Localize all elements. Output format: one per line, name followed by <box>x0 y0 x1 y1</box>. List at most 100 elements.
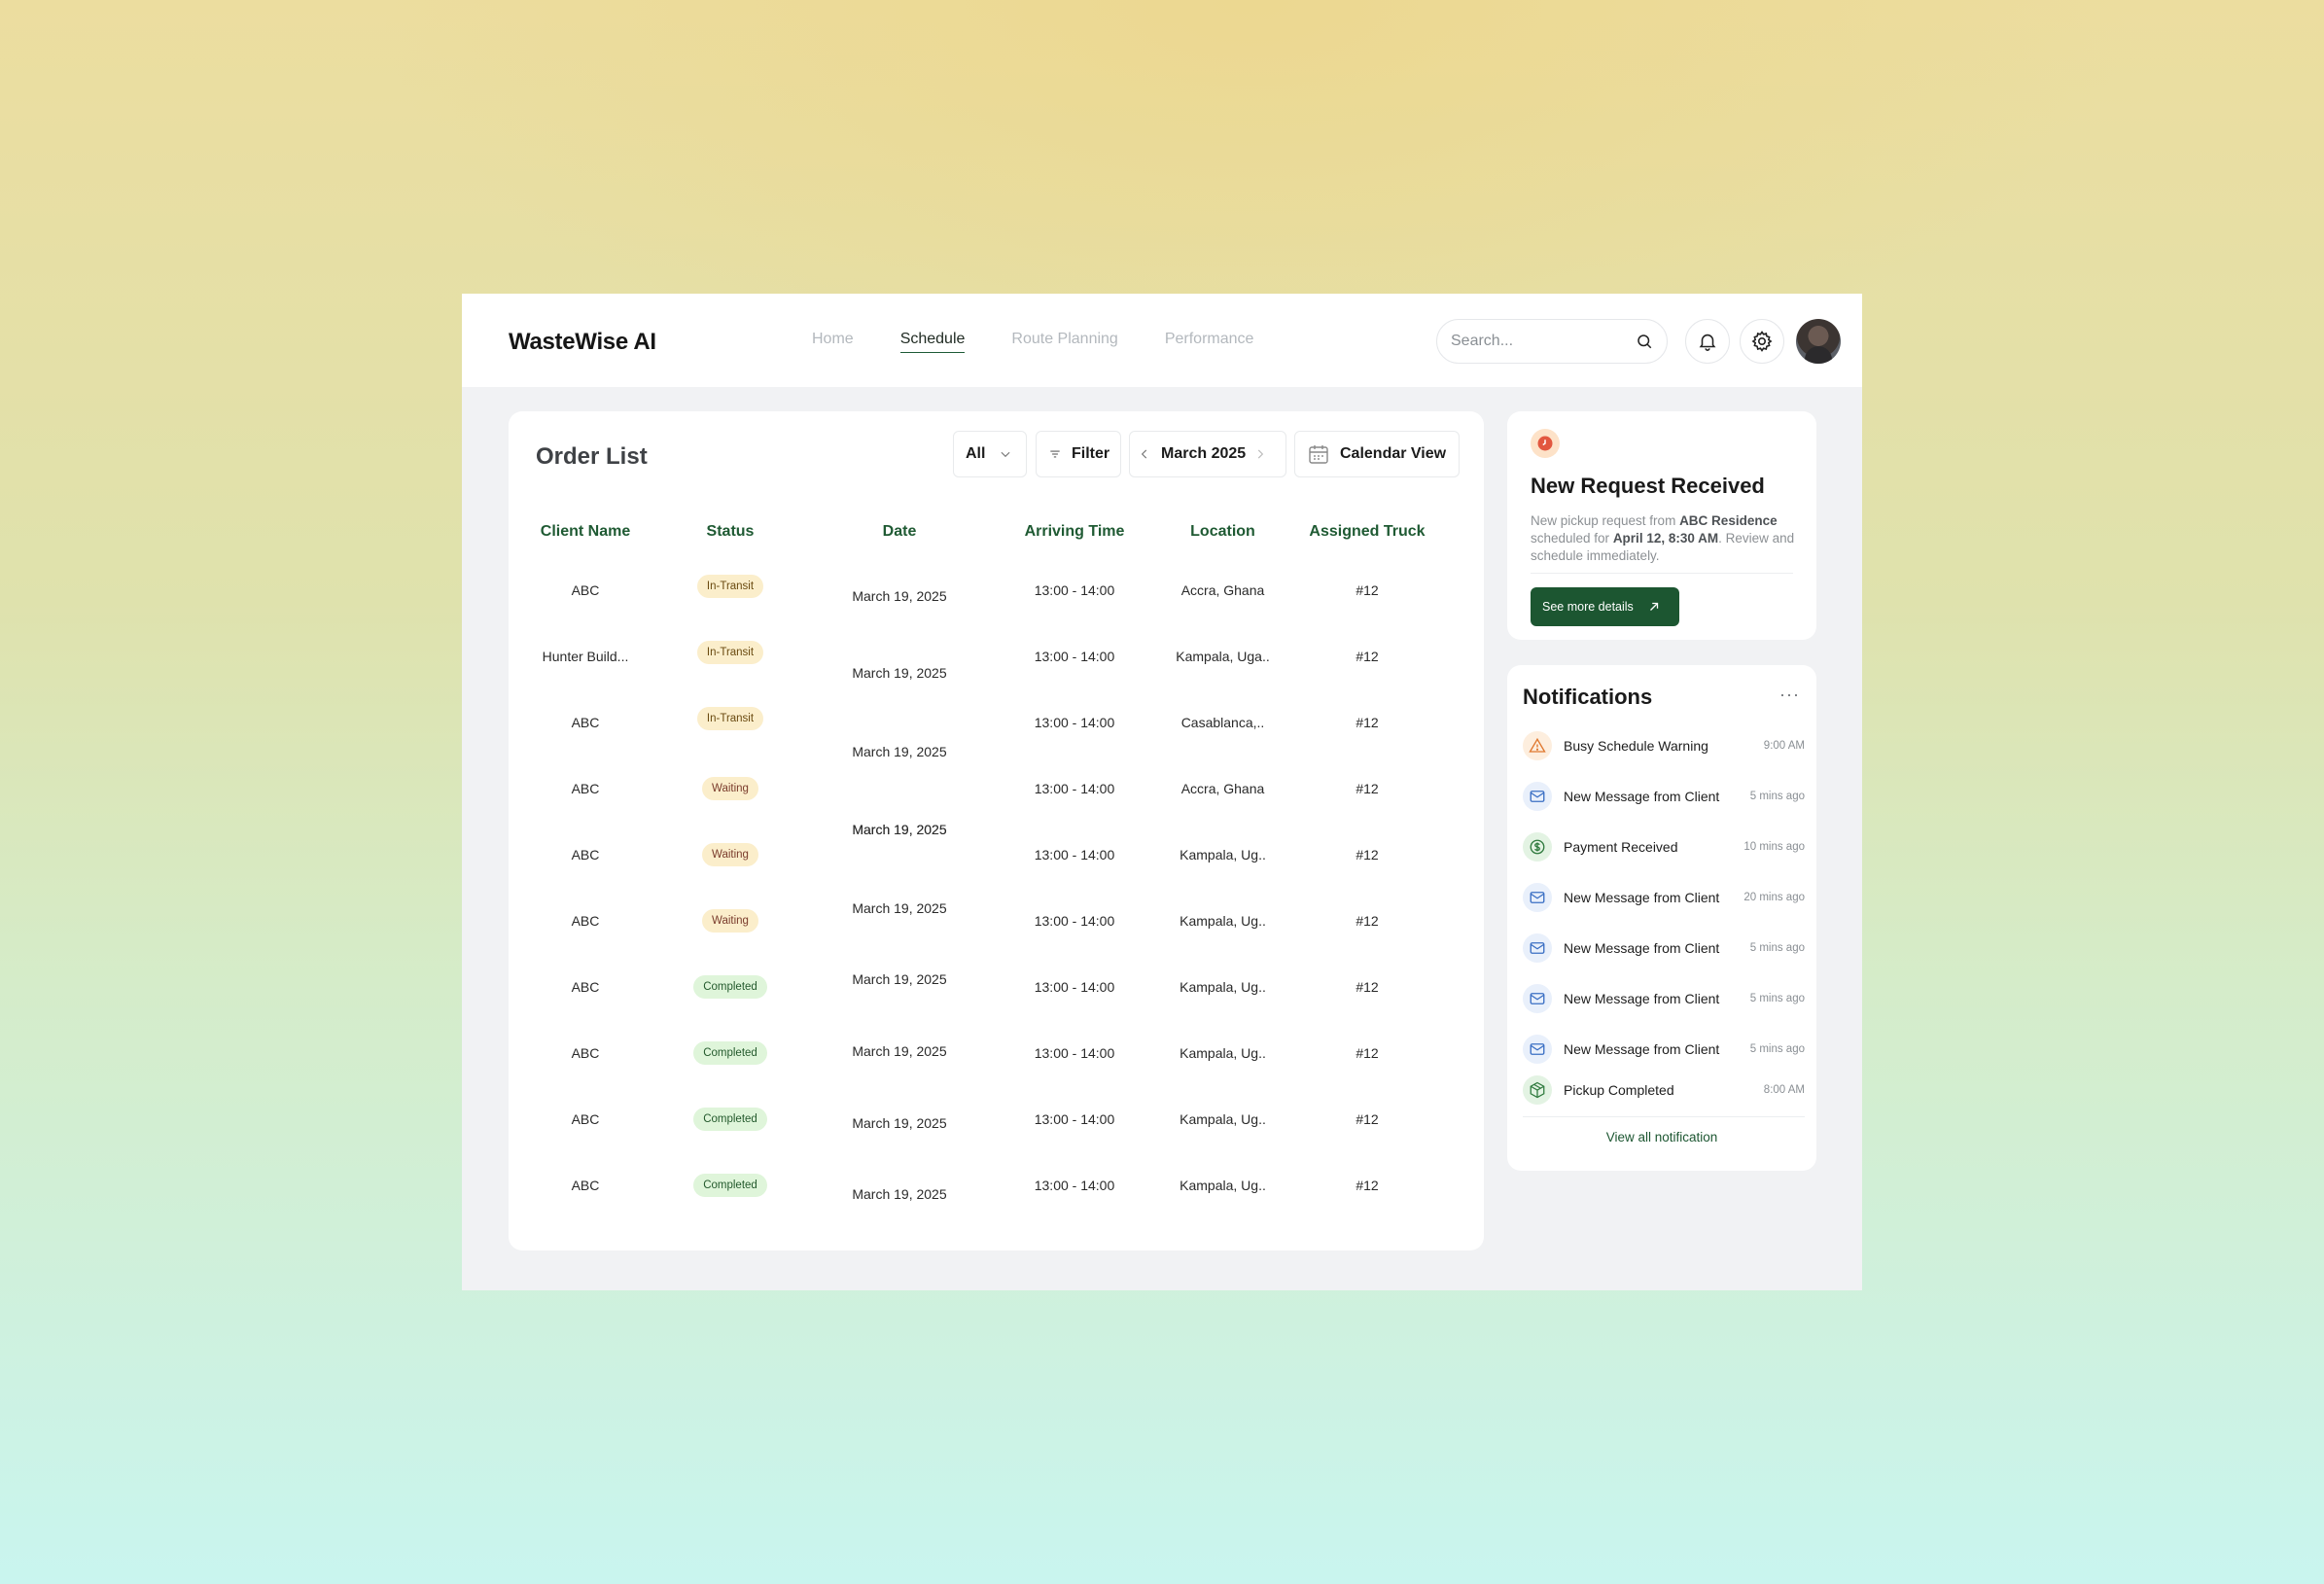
divider <box>1523 1116 1805 1117</box>
status-badge: In-Transit <box>696 707 764 730</box>
mail-icon <box>1523 1035 1552 1064</box>
client-name-cell: ABC <box>571 979 600 995</box>
table-row[interactable]: Hunter Build... In-Transit March 19, 202… <box>532 623 1461 689</box>
table-row[interactable]: ABC In-Transit March 19, 2025 13:00 - 14… <box>532 557 1461 623</box>
notification-label: New Message from Client <box>1564 890 1720 905</box>
nav-route-planning[interactable]: Route Planning <box>1011 331 1117 353</box>
column-header-date[interactable]: Date <box>822 507 977 557</box>
date-cell: March 19, 2025 <box>852 744 947 759</box>
notifications-button[interactable] <box>1685 319 1730 364</box>
status-badge: In-Transit <box>696 641 764 664</box>
arrow-up-right-icon <box>1649 602 1658 611</box>
location-cell: Kampala, Ug.. <box>1180 1111 1266 1127</box>
filter-button[interactable]: Filter <box>1036 431 1121 477</box>
orders-table: Client Name Status Date Arriving Time Lo… <box>532 507 1461 1218</box>
avatar[interactable] <box>1796 319 1841 364</box>
notification-label: New Message from Client <box>1564 789 1720 804</box>
status-filter-dropdown[interactable]: All <box>953 431 1027 477</box>
notifications-panel: Notifications ··· Busy Schedule Warning … <box>1507 665 1816 1171</box>
search-input[interactable] <box>1451 333 1626 350</box>
notification-item[interactable]: Pickup Completed 8:00 AM <box>1523 1074 1805 1107</box>
request-client: ABC Residence <box>1679 513 1778 528</box>
truck-cell: #12 <box>1356 649 1379 664</box>
month-picker: March 2025 <box>1129 431 1286 477</box>
truck-cell: #12 <box>1356 1045 1379 1061</box>
date-cell: March 19, 2025 <box>852 1186 947 1202</box>
dollar-icon <box>1523 832 1552 862</box>
notification-label: New Message from Client <box>1564 1041 1720 1057</box>
notification-time: 5 mins ago <box>1749 993 1805 1004</box>
client-name-cell: Hunter Build... <box>542 649 629 664</box>
client-name-cell: ABC <box>571 1045 600 1061</box>
arriving-time-cell: 13:00 - 14:00 <box>1034 913 1115 929</box>
filter-icon <box>1050 450 1060 458</box>
view-all-notifications-link[interactable]: View all notification <box>1507 1130 1816 1144</box>
status-badge: Completed <box>693 1174 767 1197</box>
mail-icon <box>1523 984 1552 1013</box>
notification-item[interactable]: Busy Schedule Warning 9:00 AM <box>1523 729 1805 762</box>
nav-home[interactable]: Home <box>812 331 854 353</box>
nav-schedule[interactable]: Schedule <box>899 331 966 353</box>
notification-item[interactable]: New Message from Client 5 mins ago <box>1523 780 1805 813</box>
date-cell: March 19, 2025 <box>852 822 947 837</box>
notification-time: 20 mins ago <box>1743 892 1805 903</box>
app-window: WasteWise AI Home Schedule Route Plannin… <box>462 294 1862 1290</box>
truck-cell: #12 <box>1356 582 1379 598</box>
column-header-arriving-time[interactable]: Arriving Time <box>977 507 1172 557</box>
status-badge: Completed <box>693 975 767 999</box>
chevron-right-icon[interactable] <box>1253 447 1267 461</box>
notification-time: 9:00 AM <box>1763 740 1805 752</box>
chevron-left-icon[interactable] <box>1138 447 1151 461</box>
location-cell: Accra, Ghana <box>1180 781 1265 796</box>
arriving-time-cell: 13:00 - 14:00 <box>1034 649 1115 664</box>
table-row[interactable]: ABC Waiting March 19, 2025 13:00 - 14:00… <box>532 756 1461 837</box>
mail-icon <box>1523 782 1552 811</box>
notification-item[interactable]: New Message from Client 5 mins ago <box>1523 932 1805 965</box>
nav-performance[interactable]: Performance <box>1165 331 1254 353</box>
table-row[interactable]: ABC Completed March 19, 2025 13:00 - 14:… <box>532 1086 1461 1152</box>
client-name-cell: ABC <box>571 781 600 796</box>
calendar-view-button[interactable]: Calendar View <box>1294 431 1460 477</box>
table-row[interactable]: ABC Waiting March 19, 2025 13:00 - 14:00… <box>532 888 1461 954</box>
date-cell: March 19, 2025 <box>852 1043 947 1059</box>
column-header-client-name[interactable]: Client Name <box>532 507 639 557</box>
table-row[interactable]: ABC Waiting March 19, 2025 13:00 - 14:00… <box>532 822 1461 888</box>
client-name-cell: ABC <box>571 715 600 730</box>
more-options-icon[interactable]: ··· <box>1779 685 1800 705</box>
gear-icon <box>1751 331 1773 352</box>
status-badge: Completed <box>693 1108 767 1131</box>
table-header-row: Client Name Status Date Arriving Time Lo… <box>532 507 1461 557</box>
calendar-icon <box>1309 445 1328 464</box>
date-cell: March 19, 2025 <box>852 588 947 604</box>
notification-item[interactable]: New Message from Client 5 mins ago <box>1523 1033 1805 1066</box>
notification-time: 5 mins ago <box>1749 1043 1805 1055</box>
arriving-time-cell: 13:00 - 14:00 <box>1034 1178 1115 1193</box>
location-cell: Kampala, Ug.. <box>1180 979 1266 995</box>
notifications-title: Notifications <box>1523 685 1653 709</box>
table-row[interactable]: ABC Completed March 19, 2025 13:00 - 14:… <box>532 954 1461 1020</box>
clock-icon <box>1531 429 1560 458</box>
notification-item[interactable]: New Message from Client 5 mins ago <box>1523 982 1805 1015</box>
location-cell: Kampala, Ug.. <box>1180 913 1266 929</box>
order-list-panel: Order List All Filter March 2025 Calenda… <box>509 411 1484 1250</box>
truck-cell: #12 <box>1356 913 1379 929</box>
app-logo[interactable]: WasteWise AI <box>509 329 656 356</box>
notification-time: 5 mins ago <box>1749 942 1805 954</box>
client-name-cell: ABC <box>571 1111 600 1127</box>
settings-button[interactable] <box>1740 319 1784 364</box>
client-name-cell: ABC <box>571 913 600 929</box>
notification-item[interactable]: Payment Received 10 mins ago <box>1523 830 1805 863</box>
column-header-status[interactable]: Status <box>639 507 822 557</box>
status-badge: In-Transit <box>696 575 764 598</box>
see-more-details-button[interactable]: See more details <box>1531 587 1679 626</box>
search-icon[interactable] <box>1636 333 1653 350</box>
truck-cell: #12 <box>1356 847 1379 862</box>
status-badge: Completed <box>693 1041 767 1065</box>
table-row[interactable]: ABC Completed March 19, 2025 13:00 - 14:… <box>532 1020 1461 1086</box>
column-header-assigned-truck[interactable]: Assigned Truck <box>1274 507 1461 557</box>
client-name-cell: ABC <box>571 582 600 598</box>
column-header-location[interactable]: Location <box>1172 507 1274 557</box>
table-row[interactable]: ABC In-Transit March 19, 2025 13:00 - 14… <box>532 689 1461 759</box>
table-row[interactable]: ABC Completed March 19, 2025 13:00 - 14:… <box>532 1152 1461 1218</box>
notification-item[interactable]: New Message from Client 20 mins ago <box>1523 881 1805 914</box>
